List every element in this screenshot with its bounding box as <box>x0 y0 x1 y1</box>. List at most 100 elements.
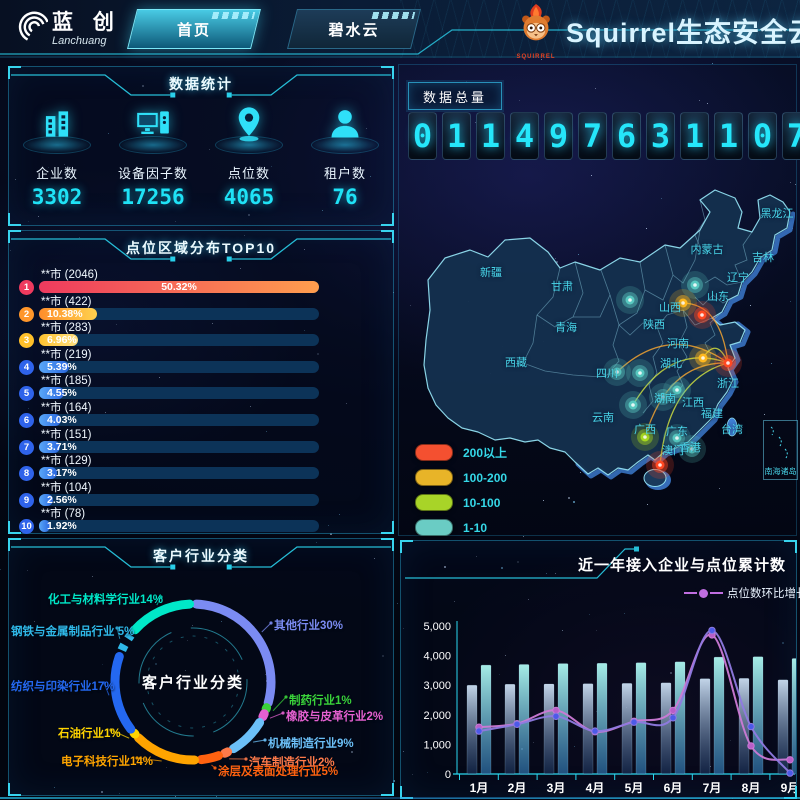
map-legend: 200以上 100-200 10-100 1-10 <box>415 444 507 544</box>
bar-value-label: 5.39% <box>47 361 77 373</box>
svg-text:7月: 7月 <box>703 781 722 795</box>
bar-track: 3.17% <box>39 467 319 479</box>
panel-corner-decoration <box>381 230 394 243</box>
svg-text:1月: 1月 <box>470 781 489 795</box>
svg-text:5月: 5月 <box>625 781 644 795</box>
bar-track: 4.03% <box>39 414 319 426</box>
top10-row-label: **市 (104) <box>41 479 92 495</box>
donut-segment-label: 橡胶与皮革行业2% <box>286 708 383 724</box>
panel-yearly-trend: 近一年接入企业与点位累计数 点位数环比增长率 5,0004,0003,0002,… <box>400 540 797 799</box>
panel-header: 数据统计 <box>9 67 393 101</box>
map-legend-item[interactable]: 1-10 <box>415 519 507 536</box>
bar-track: 10.38% <box>39 308 319 320</box>
digit-card: 1 <box>476 112 505 160</box>
tab-home-label: 首页 <box>133 10 255 48</box>
map-legend-item[interactable]: 10-100 <box>415 494 507 511</box>
map-legend-item[interactable]: 100-200 <box>415 469 507 486</box>
bar-value-label: 4.03% <box>47 414 77 426</box>
digit-card: 4 <box>510 112 539 160</box>
bar-value-label: 3.17% <box>47 467 77 479</box>
digit-card: 1 <box>442 112 471 160</box>
stat-label: 租户数 <box>301 163 389 182</box>
south-sea-inset-label: 南海诸岛 <box>765 466 797 477</box>
top10-row-label: **市 (283) <box>41 319 92 335</box>
page-bottom-line <box>0 797 800 799</box>
squirrel-mascot-icon: SQUIRREL <box>512 3 560 60</box>
legend-label: 1-10 <box>463 521 487 535</box>
legend-label: 100-200 <box>463 471 507 485</box>
legend-label: 200以上 <box>463 444 507 461</box>
top10-row-label: **市 (151) <box>41 426 92 442</box>
bar-track: 1.92% <box>39 520 319 532</box>
bar-value-label: 2.56% <box>47 494 77 506</box>
digit-card: 1 <box>714 112 743 160</box>
panel-corner-decoration <box>8 521 21 534</box>
bar-value-label: 1.92% <box>47 520 77 532</box>
top10-row: **市 (219)45.39% <box>9 346 393 372</box>
tab-home[interactable]: 首页 <box>127 9 261 49</box>
panel-header: 客户行业分类 <box>9 539 393 573</box>
bar-value-label: 50.32% <box>39 281 319 293</box>
bar-track: 5.39% <box>39 361 319 373</box>
digit-card: 3 <box>646 112 675 160</box>
legend-color-chip <box>415 444 453 461</box>
svg-text:4,000: 4,000 <box>423 651 451 663</box>
bar-value-label: 6.96% <box>47 334 77 346</box>
panel-title: 点位区域分布TOP10 <box>126 238 276 258</box>
panel-corner-decoration <box>381 538 394 551</box>
total-data-counter: 011497631107 <box>408 112 800 160</box>
app-header: 蓝 创 Lanchuang 首页 碧水云 <box>0 0 800 58</box>
legend-color-chip <box>415 519 453 536</box>
top10-row: **市 (185)54.55% <box>9 372 393 398</box>
panel-corner-decoration <box>8 783 21 796</box>
bar-track: 4.55% <box>39 387 319 399</box>
top10-row: **市 (104)92.56% <box>9 479 393 505</box>
south-sea-inset: 南海诸岛 <box>763 420 798 480</box>
trend-chart: 5,0004,0003,0002,0001,00001月2月3月4月5月6月7月… <box>401 541 796 798</box>
legend-color-chip <box>415 494 453 511</box>
donut-center-label: 客户行业分类 <box>142 672 244 693</box>
panel-header: 点位区域分布TOP10 <box>9 231 393 265</box>
bar-track: 2.56% <box>39 494 319 506</box>
svg-text:6月: 6月 <box>664 781 683 795</box>
stat-value: 3302 <box>13 185 101 209</box>
top10-row-label: **市 (78) <box>41 505 85 521</box>
svg-text:8月: 8月 <box>742 781 761 795</box>
donut-segment-label: 其他行业30% <box>274 617 343 633</box>
logo-subtext: Lanchuang <box>52 36 121 47</box>
svg-text:2,000: 2,000 <box>423 710 451 722</box>
stat-value: 76 <box>301 185 389 209</box>
donut-segment-label: 钢铁与金属制品行业 5% <box>11 623 134 639</box>
digit-card: 1 <box>680 112 709 160</box>
donut-segment-label: 涂层及表面处理行业5% <box>218 763 338 779</box>
top10-row: **市 (2046)150.32% <box>9 266 393 292</box>
panel-corner-decoration <box>400 540 413 553</box>
map-legend-item[interactable]: 200以上 <box>415 444 507 461</box>
stat-item: 点位数4065 <box>205 105 293 209</box>
digit-card: 6 <box>612 112 641 160</box>
panel-title: 数据统计 <box>169 74 233 94</box>
panel-top10-distribution: 点位区域分布TOP10 **市 (2046)150.32%**市 (422)21… <box>8 230 394 534</box>
stat-label: 设备因子数 <box>109 163 197 182</box>
top10-row: **市 (129)83.17% <box>9 452 393 478</box>
donut-segment-label: 纺织与印染行业17% <box>11 678 115 694</box>
tab-bishuiyun[interactable]: 碧水云 <box>287 9 421 49</box>
main-nav: 首页 碧水云 <box>132 9 416 49</box>
digit-card: 0 <box>408 112 437 160</box>
bar-track: 50.32% <box>39 281 319 293</box>
stat-value: 17256 <box>109 185 197 209</box>
app-title: Squirrel生态安全云平 <box>566 11 800 50</box>
bar-value-label: 4.55% <box>47 387 77 399</box>
bar-value-label: 10.38% <box>47 308 83 320</box>
top10-bar-chart: **市 (2046)150.32%**市 (422)210.38%**市 (28… <box>9 266 393 533</box>
panel-corner-decoration <box>381 213 394 226</box>
svg-text:3月: 3月 <box>547 781 566 795</box>
logo-text: 蓝 创 <box>52 11 121 34</box>
legend-color-chip <box>415 469 453 486</box>
legend-label: 10-100 <box>463 496 500 510</box>
panel-title: 客户行业分类 <box>153 546 249 566</box>
top10-row-label: **市 (129) <box>41 452 92 468</box>
svg-text:1,000: 1,000 <box>423 739 451 751</box>
panel-industry-classification: 客户行业分类 其他行业30%制药行业1%橡胶与皮革行业2%机械制造行业9%汽车制… <box>8 538 394 796</box>
donut-segment-label: 石油行业1% <box>58 725 121 741</box>
